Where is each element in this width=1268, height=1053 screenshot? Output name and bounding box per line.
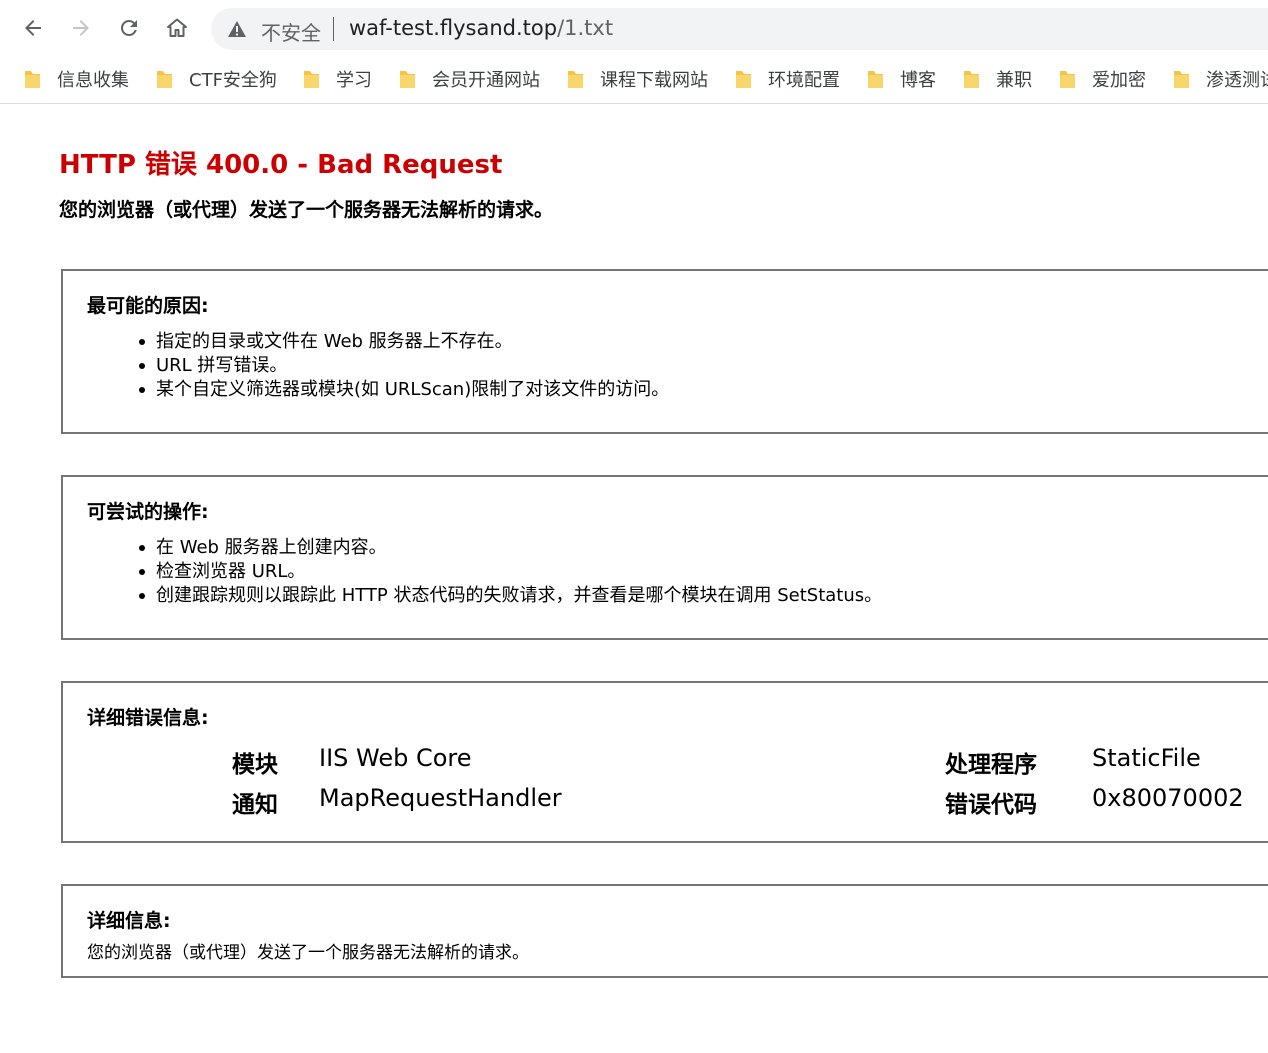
handler-label: 处理程序 <box>945 752 1037 778</box>
warning-icon[interactable] <box>227 19 247 39</box>
folder-icon <box>568 70 583 88</box>
handler-value: StaticFile <box>1092 744 1201 772</box>
home-icon <box>167 18 187 37</box>
security-status[interactable]: 不安全 <box>261 17 321 46</box>
bookmark-label: 爱加密 <box>1092 70 1146 91</box>
reload-button[interactable] <box>111 10 147 46</box>
list-item: 创建跟踪规则以跟踪此 HTTP 状态代码的失败请求，并查看是哪个模块在调用 Se… <box>138 585 883 606</box>
list-item: 指定的目录或文件在 Web 服务器上不存在。 <box>138 330 669 354</box>
bookmarks-bar: 信息收集 CTF安全狗 学习 会员开通网站 课程下载网站 环境配置 博客 兼职 … <box>0 57 1268 104</box>
more-info-heading: 详细信息: <box>87 910 171 932</box>
bookmark-label: 会员开通网站 <box>432 70 540 91</box>
notification-value: MapRequestHandler <box>319 784 562 812</box>
more-info-text: 您的浏览器（或代理）发送了一个服务器无法解析的请求。 <box>87 943 529 963</box>
url-path: /1.txt <box>557 16 614 40</box>
folder-icon <box>400 70 415 88</box>
error-code-value: 0x80070002 <box>1092 784 1244 812</box>
folder-icon <box>304 70 319 88</box>
reload-icon <box>120 19 137 36</box>
bookmark-label: CTF安全狗 <box>189 70 277 91</box>
folder-icon <box>25 70 40 88</box>
bookmark-folder[interactable]: 学习 <box>303 65 372 93</box>
folder-icon <box>868 70 883 88</box>
bookmark-label: 渗透测试 <box>1206 70 1268 91</box>
causes-list: 指定的目录或文件在 Web 服务器上不存在。 URL 拼写错误。 某个自定义筛选… <box>63 330 669 402</box>
folder-icon <box>1060 70 1075 88</box>
actions-list: 在 Web 服务器上创建内容。 检查浏览器 URL。 创建跟踪规则以跟踪此 HT… <box>63 536 882 608</box>
bookmark-folder[interactable]: 博客 <box>867 65 936 93</box>
causes-heading: 最可能的原因: <box>87 295 209 317</box>
bookmark-folder[interactable]: 爱加密 <box>1059 65 1146 93</box>
folder-icon <box>157 70 172 88</box>
list-item: 检查浏览器 URL。 <box>138 560 882 584</box>
detailed-error-box: 详细错误信息: 模块 IIS Web Core 通知 MapRequestHan… <box>61 681 1268 843</box>
list-item: 在 Web 服务器上创建内容。 <box>138 536 882 560</box>
bookmark-label: 课程下载网站 <box>600 70 708 91</box>
folder-icon <box>964 70 979 88</box>
url-host: waf-test.flysand.top <box>349 16 558 40</box>
bookmark-label: 博客 <box>900 70 936 91</box>
bookmark-folder[interactable]: 会员开通网站 <box>399 65 540 93</box>
notification-label: 通知 <box>232 792 278 818</box>
arrow-right-icon <box>73 20 89 36</box>
bookmark-folder[interactable]: 课程下载网站 <box>567 65 708 93</box>
url-text[interactable]: waf-test.flysand.top/1.txt <box>349 16 613 40</box>
bookmark-label: 学习 <box>336 70 372 91</box>
detailed-error-heading: 详细错误信息: <box>87 707 209 729</box>
error-code-label: 错误代码 <box>945 792 1037 818</box>
list-item: 某个自定义筛选器或模块(如 URLScan)限制了对该文件的访问。 <box>138 379 670 400</box>
list-item: URL 拼写错误。 <box>138 354 669 378</box>
back-button[interactable] <box>15 10 51 46</box>
page-subtitle: 您的浏览器（或代理）发送了一个服务器无法解析的请求。 <box>59 199 554 221</box>
folder-icon <box>736 70 751 88</box>
address-separator <box>333 17 334 41</box>
bookmark-folder[interactable]: 兼职 <box>963 65 1032 93</box>
address-bar[interactable]: 不安全 waf-test.flysand.top/1.txt <box>211 8 1268 50</box>
actions-box: 可尝试的操作: 在 Web 服务器上创建内容。 检查浏览器 URL。 创建跟踪规… <box>61 475 1268 640</box>
page-content: HTTP 错误 400.0 - Bad Request 您的浏览器（或代理）发送… <box>0 104 1268 1053</box>
bookmark-label: 环境配置 <box>768 70 840 91</box>
folder-icon <box>1174 70 1189 88</box>
bookmark-folder[interactable]: CTF安全狗 <box>156 65 277 93</box>
actions-heading: 可尝试的操作: <box>87 501 209 523</box>
bookmark-label: 兼职 <box>996 70 1032 91</box>
more-info-box: 详细信息: 您的浏览器（或代理）发送了一个服务器无法解析的请求。 <box>61 884 1268 978</box>
forward-button[interactable] <box>63 10 99 46</box>
bookmark-folder[interactable]: 信息收集 <box>24 65 129 93</box>
module-label: 模块 <box>232 752 278 778</box>
bookmark-label: 信息收集 <box>57 70 129 91</box>
browser-toolbar: 不安全 waf-test.flysand.top/1.txt <box>0 0 1268 57</box>
causes-box: 最可能的原因: 指定的目录或文件在 Web 服务器上不存在。 URL 拼写错误。… <box>61 269 1268 434</box>
bookmark-folder[interactable]: 环境配置 <box>735 65 840 93</box>
module-value: IIS Web Core <box>319 744 472 772</box>
page-title: HTTP 错误 400.0 - Bad Request <box>59 150 503 180</box>
home-button[interactable] <box>159 10 195 46</box>
arrow-left-icon <box>25 20 41 36</box>
bookmark-folder[interactable]: 渗透测试 <box>1173 65 1268 93</box>
